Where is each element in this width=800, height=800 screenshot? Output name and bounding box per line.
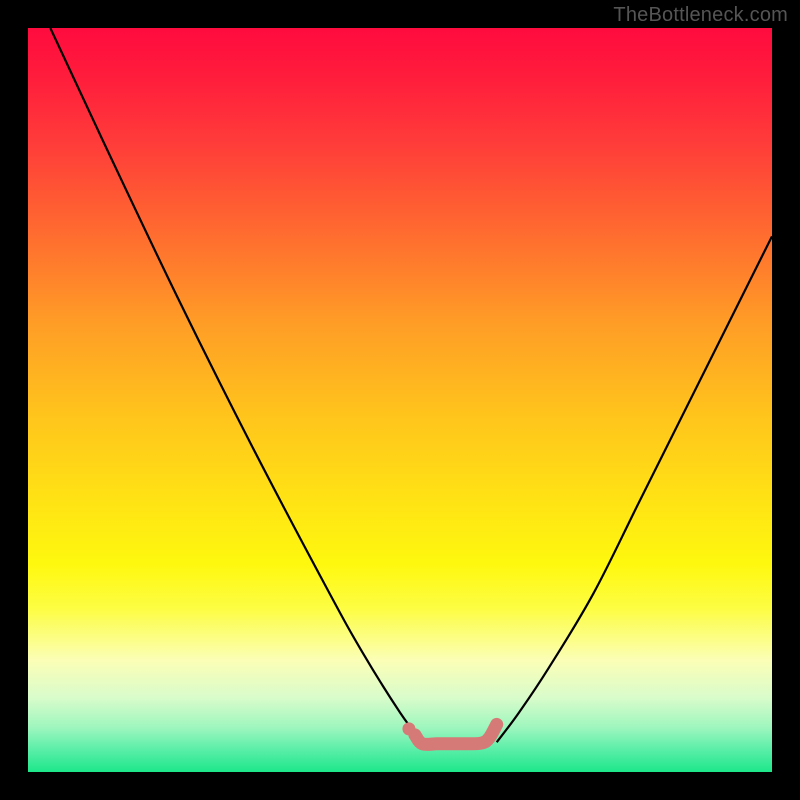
left-curve-path bbox=[50, 28, 422, 742]
chart-frame: TheBottleneck.com bbox=[0, 0, 800, 800]
bottom-squiggle-path bbox=[415, 724, 497, 744]
plot-area bbox=[28, 28, 772, 772]
watermark-text: TheBottleneck.com bbox=[613, 4, 788, 27]
bottom-dot-marker bbox=[402, 722, 415, 735]
right-curve-path bbox=[497, 236, 772, 742]
curve-layer bbox=[28, 28, 772, 772]
